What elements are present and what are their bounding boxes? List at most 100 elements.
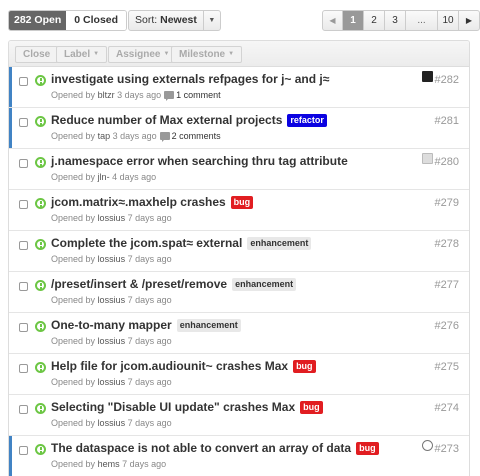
issue-title-text[interactable]: /preset/insert & /preset/remove [51,277,227,291]
issue-author[interactable]: jln- [98,172,110,182]
issue-label[interactable]: enhancement [247,237,312,250]
issue-author[interactable]: lossius [98,377,126,387]
issue-label[interactable]: bug [230,196,254,209]
issue-author[interactable]: lossius [98,418,126,428]
assignee-avatar[interactable] [422,153,433,164]
issue-title-text[interactable]: investigate using externals refpages for… [51,72,329,86]
issue-title[interactable]: jcom.matrix≈.maxhelp crashes bug [51,195,254,209]
issue-label[interactable]: enhancement [232,278,297,291]
page-10[interactable]: 10 [438,11,459,30]
issue-number[interactable]: #280 [435,156,459,168]
issue-title-text[interactable]: j.namespace error when searching thru ta… [51,154,348,168]
issue-row[interactable]: /preset/insert & /preset/remove enhanceme… [9,272,469,313]
open-issues-tab[interactable]: 282 Open [9,11,67,30]
issue-time: 7 days ago [127,418,172,428]
issue-title[interactable]: Reduce number of Max external projects re… [51,113,327,127]
issue-title[interactable]: investigate using externals refpages for… [51,72,329,86]
issue-row[interactable]: investigate using externals refpages for… [9,67,469,108]
issue-label[interactable]: bug [293,360,316,373]
select-checkbox[interactable] [19,159,28,168]
page-3[interactable]: 3 [385,11,406,30]
open-issue-icon [35,444,46,455]
issue-title[interactable]: Complete the jcom.spat≈ external enhancem… [51,236,312,250]
issue-row[interactable]: Help file for jcom.audiounit~ crashes Ma… [9,354,469,395]
issue-title-text[interactable]: jcom.matrix≈.maxhelp crashes [51,195,226,209]
issue-meta: Opened by bltzr 3 days ago 1 comment [51,90,221,101]
issue-number[interactable]: #278 [435,238,459,250]
opened-by-text: Opened by [51,90,96,100]
page-2[interactable]: 2 [364,11,385,30]
label-button[interactable]: Label ▼ [56,46,108,63]
issue-time: 4 days ago [112,172,157,182]
caret-down-icon: ▼ [93,51,100,57]
issue-label[interactable]: refactor [287,114,327,127]
issue-title-text[interactable]: Complete the jcom.spat≈ external [51,236,242,250]
sort-dropdown[interactable]: Sort: Newest ▼ [128,10,221,31]
issue-row[interactable]: Selecting "Disable UI update" crashes Ma… [9,395,469,436]
select-checkbox[interactable] [19,323,28,332]
select-checkbox[interactable] [19,364,28,373]
issue-title[interactable]: One-to-many mapper enhancement [51,318,241,332]
issue-title-text[interactable]: Help file for jcom.audiounit~ crashes Ma… [51,359,288,373]
assignee-avatar[interactable] [422,440,433,451]
issue-number[interactable]: #281 [435,115,459,127]
issue-row[interactable]: One-to-many mapper enhancement Opened by l… [9,313,469,354]
issue-title[interactable]: Help file for jcom.audiounit~ crashes Ma… [51,359,316,373]
issue-author[interactable]: lossius [98,295,126,305]
assignee-avatar[interactable] [422,71,433,82]
issue-title-text[interactable]: One-to-many mapper [51,318,172,332]
caret-down-icon: ▼ [208,17,216,24]
issue-author[interactable]: tap [98,131,111,141]
issue-number[interactable]: #277 [435,279,459,291]
issue-number[interactable]: #276 [435,320,459,332]
issue-author[interactable]: bltzr [98,90,115,100]
issue-title[interactable]: Selecting "Disable UI update" crashes Ma… [51,400,323,414]
issue-meta: Opened by lossius 7 days ago [51,254,172,264]
issue-meta: Opened by lossius 7 days ago [51,336,172,346]
issue-number[interactable]: #273 [435,443,459,455]
issue-number[interactable]: #274 [435,402,459,414]
select-checkbox[interactable] [19,241,28,250]
issue-title[interactable]: j.namespace error when searching thru ta… [51,154,348,168]
issue-title[interactable]: The dataspace is not able to convert an … [51,441,379,455]
issue-label[interactable]: enhancement [176,319,241,332]
select-checkbox[interactable] [19,282,28,291]
issue-title-text[interactable]: Reduce number of Max external projects [51,113,282,127]
issue-row[interactable]: The dataspace is not able to convert an … [9,436,469,476]
select-checkbox[interactable] [19,405,28,414]
issue-author[interactable]: lossius [98,336,126,346]
milestone-button[interactable]: Milestone ▼ [171,46,243,63]
close-button[interactable]: Close [15,46,59,63]
issue-time: 7 days ago [127,213,172,223]
next-page-icon[interactable]: ▶ [459,11,479,30]
issue-title[interactable]: /preset/insert & /preset/remove enhanceme… [51,277,297,291]
select-checkbox[interactable] [19,446,28,455]
issue-author[interactable]: lossius [98,213,126,223]
issue-title-text[interactable]: The dataspace is not able to convert an … [51,441,351,455]
select-checkbox[interactable] [19,200,28,209]
select-checkbox[interactable] [19,77,28,86]
issue-label[interactable]: bug [356,442,379,455]
issue-row[interactable]: jcom.matrix≈.maxhelp crashes bug Opened by… [9,190,469,231]
closed-issues-tab[interactable]: 0 Closed [66,11,127,30]
issue-label[interactable]: bug [300,401,323,414]
issue-row[interactable]: Reduce number of Max external projects re… [9,108,469,149]
comment-count[interactable]: 1 comment [164,90,221,101]
issue-number[interactable]: #275 [435,361,459,373]
issue-title-text[interactable]: Selecting "Disable UI update" crashes Ma… [51,400,295,414]
open-issue-icon [35,280,46,291]
issue-number[interactable]: #279 [435,197,459,209]
page-1[interactable]: 1 [343,11,364,30]
issue-number[interactable]: #282 [435,74,459,86]
issue-author[interactable]: hems [98,459,120,469]
assignee-button[interactable]: Assignee ▼ [108,46,178,63]
issue-row[interactable]: j.namespace error when searching thru ta… [9,149,469,190]
issue-time: 7 days ago [127,336,172,346]
state-filter: 282 Open 0 Closed [8,10,128,31]
comment-count[interactable]: 2 comments [159,131,221,142]
prev-page-icon[interactable]: ◀ [323,11,343,30]
opened-by-text: Opened by [51,459,96,469]
issue-author[interactable]: lossius [98,254,126,264]
issue-row[interactable]: Complete the jcom.spat≈ external enhancem… [9,231,469,272]
select-checkbox[interactable] [19,118,28,127]
